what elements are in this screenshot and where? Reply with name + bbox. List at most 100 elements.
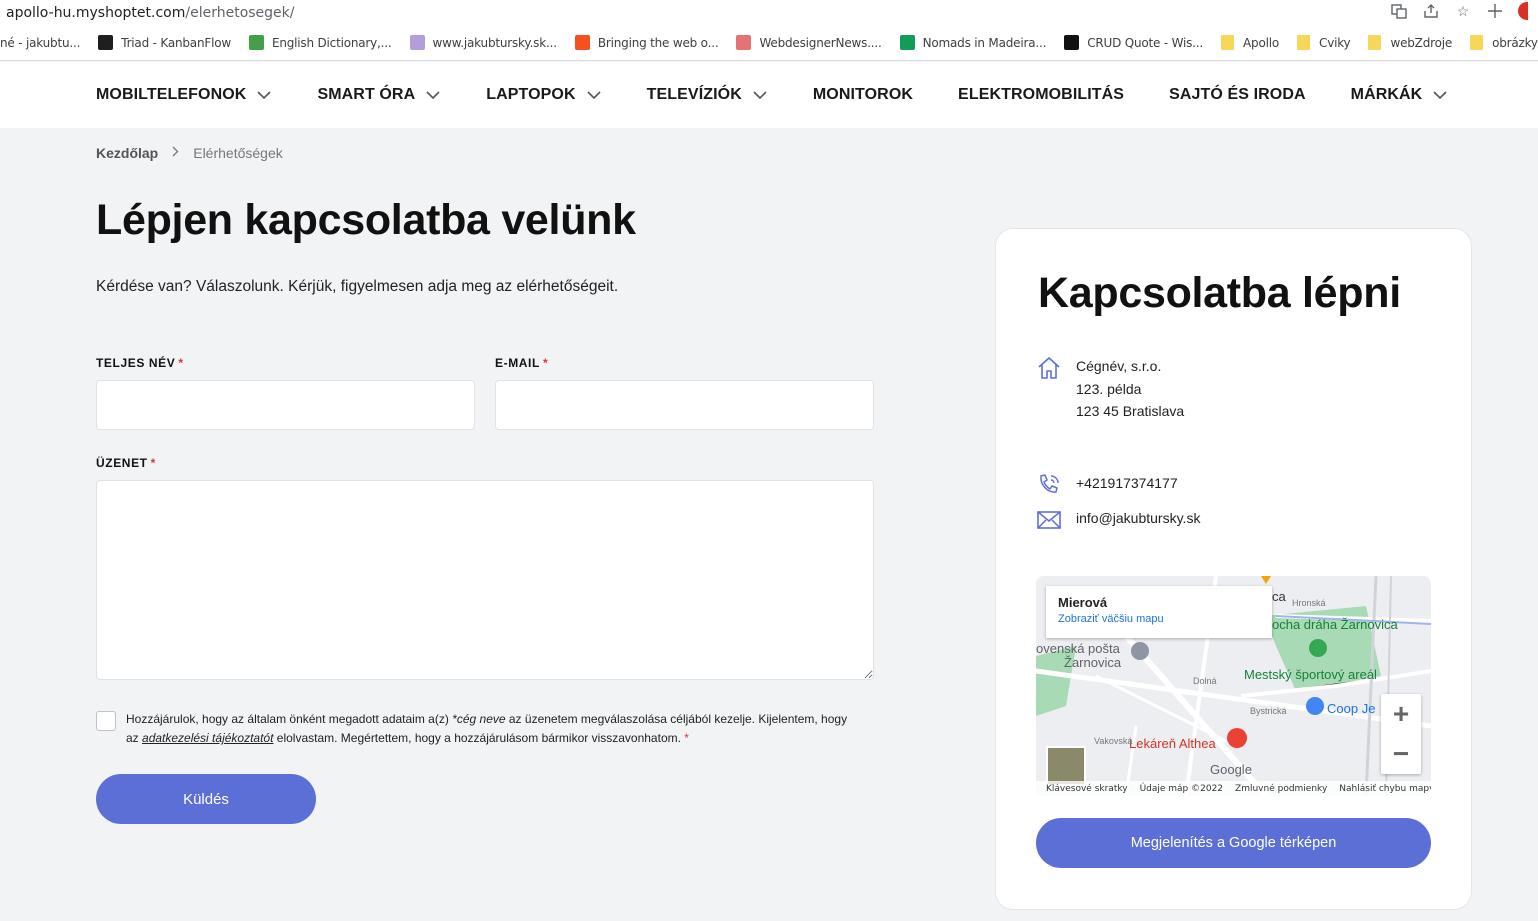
nav-item-label: SAJTÓ ÉS IRODA	[1169, 86, 1306, 103]
phone-row: +421917374177	[1036, 472, 1178, 498]
folder-icon	[1221, 35, 1235, 50]
required-mark: *	[150, 456, 156, 470]
bookmark-label: CRUD Quote - Wis...	[1087, 35, 1204, 50]
nav-item[interactable]: SAJTÓ ÉS IRODA	[1169, 86, 1306, 104]
page-title: Lépjen kapcsolatba velünk	[96, 196, 636, 244]
bookmark-item[interactable]: CRUD Quote - Wis...	[1064, 35, 1203, 50]
chevron-down-icon	[587, 91, 601, 100]
bookmark-star-icon[interactable]: ☆	[1454, 2, 1472, 20]
report-error-link[interactable]: Nahlásiť chybu mapy	[1339, 784, 1431, 794]
browser-url-bar[interactable]: apollo-hu.myshoptet.com/elerhetosegek/ ☆	[0, 0, 1538, 25]
map-footer: Klávesové skratky Údaje máp ©2022 Zmluvn…	[1036, 781, 1431, 796]
nav-item[interactable]: LAPTOPOK	[486, 86, 601, 104]
contact-card: Kapcsolatba lépni Cégnév, s.r.o. 123. pé…	[995, 228, 1472, 910]
zoom-in-icon[interactable]: +	[1381, 694, 1421, 734]
address-row: Cégnév, s.r.o. 123. példa 123 45 Bratisl…	[1036, 355, 1184, 423]
required-mark: *	[178, 356, 184, 370]
privacy-policy-link[interactable]: adatkezelési tájékoztatót	[142, 731, 273, 745]
map-info-popup: Mierová Zobraziť väčšiu mapu	[1046, 586, 1272, 638]
share-icon[interactable]	[1422, 2, 1440, 20]
address-line: Cégnév, s.r.o.	[1076, 358, 1162, 374]
bookmark-folder[interactable]: obrázky	[1470, 35, 1538, 50]
bookmark-item[interactable]: Bringing the web o...	[574, 35, 719, 50]
keyboard-shortcuts-link[interactable]: Klávesové skratky	[1046, 784, 1128, 794]
nav-item[interactable]: MÁRKÁK	[1351, 86, 1449, 104]
phone-number[interactable]: +421917374177	[1076, 472, 1178, 498]
breadcrumb-home-link[interactable]: Kezdőlap	[96, 145, 158, 161]
home-icon	[1036, 355, 1062, 381]
bookmark-item[interactable]: English Dictionary,...	[248, 35, 392, 50]
bookmark-label: né - jakubtu...	[0, 35, 81, 50]
page-subtitle: Kérdése van? Válaszolunk. Kérjük, figyel…	[96, 278, 619, 295]
folder-icon	[1297, 35, 1311, 50]
bookmark-folder-label: Cviky	[1319, 35, 1351, 50]
nav-item-label: ELEKTROMOBILITÁS	[958, 86, 1125, 103]
show-on-google-maps-button[interactable]: Megjelenítés a Google térképen	[1036, 818, 1431, 868]
profile-icon[interactable]	[1518, 2, 1528, 20]
nav-item[interactable]: MOBILTELEFONOK	[96, 86, 272, 104]
address-line: 123. példa	[1076, 380, 1142, 397]
nav-item-label: TELEVÍZIÓK	[646, 86, 742, 103]
message-label-text: ÜZENET	[96, 456, 148, 470]
folder-icon	[1368, 35, 1382, 50]
map-data-notice: Údaje máp ©2022	[1139, 783, 1224, 794]
map-place-name: Mierová	[1058, 595, 1108, 610]
chevron-down-icon	[753, 91, 767, 100]
bookmark-favicon-icon	[1064, 35, 1080, 50]
terms-link[interactable]: Zmluvné podmienky	[1235, 784, 1327, 794]
bookmark-folder[interactable]: webZdroje	[1368, 35, 1452, 50]
map-zoom-controls: + −	[1381, 694, 1421, 774]
bookmark-item[interactable]: www.jakubtursky.sk...	[409, 35, 558, 50]
translate-icon[interactable]	[1390, 2, 1408, 20]
bookmark-item[interactable]: Triad - KanbanFlow	[98, 35, 231, 50]
email-input[interactable]	[495, 380, 874, 430]
email-label-text: E-MAIL	[495, 356, 540, 370]
satellite-toggle[interactable]	[1046, 746, 1086, 786]
map-label: ca	[1272, 589, 1286, 604]
bookmark-folder-label: Apollo	[1243, 35, 1280, 50]
bookmark-item[interactable]: Nomads in Madeira...	[899, 35, 1047, 50]
nav-item-label: MOBILTELEFONOK	[96, 86, 247, 103]
bookmark-favicon-icon	[899, 35, 915, 50]
email-address[interactable]: info@jakubtursky.sk	[1076, 507, 1200, 533]
map-label: Žarnovica	[1064, 655, 1122, 670]
chevron-down-icon	[257, 91, 272, 100]
bookmark-item[interactable]: WebdesignerNews....	[736, 35, 882, 50]
url-text[interactable]: apollo-hu.myshoptet.com/elerhetosegek/	[0, 5, 295, 21]
bookmark-label: Nomads in Madeira...	[922, 35, 1047, 50]
consent-company-name: *cég neve	[452, 712, 506, 726]
move-icon[interactable]	[1486, 2, 1504, 20]
view-larger-map-link[interactable]: Zobraziť väčšiu mapu	[1058, 613, 1260, 625]
message-label: ÜZENET *	[96, 456, 156, 470]
consent-checkbox[interactable]	[96, 711, 116, 731]
bookmark-favicon-icon	[736, 35, 752, 50]
bookmark-folder[interactable]: Apollo	[1221, 35, 1279, 50]
bookmark-favicon-icon	[248, 35, 264, 50]
nav-item[interactable]: TELEVÍZIÓK	[647, 86, 768, 104]
map-label: Coop Je	[1327, 701, 1376, 716]
map-label: Mestský športový areál	[1244, 667, 1377, 682]
bookmark-label: www.jakubtursky.sk...	[432, 35, 558, 50]
breadcrumb-separator-icon	[172, 146, 179, 160]
breadcrumb-current: Elérhetőségek	[193, 145, 283, 161]
nav-item[interactable]: SMART ÓRA	[317, 86, 441, 104]
map-label: Lekáreň Althea	[1129, 736, 1216, 751]
full-name-input[interactable]	[96, 380, 475, 430]
bookmark-label: WebdesignerNews....	[759, 35, 882, 50]
bookmark-folder-label: obrázky	[1492, 35, 1538, 50]
nav-item[interactable]: ELEKTROMOBILITÁS	[958, 86, 1124, 104]
nav-item[interactable]: MONITOROK	[813, 86, 913, 104]
required-mark: *	[542, 356, 549, 370]
bookmark-favicon-icon	[574, 35, 590, 50]
email-row: info@jakubtursky.sk	[1036, 507, 1200, 533]
submit-button[interactable]: Küldés	[96, 774, 316, 824]
url-path: /elerhetosegek/	[185, 4, 295, 21]
bookmark-folder[interactable]: Cviky	[1297, 35, 1351, 50]
nav-item-label: LAPTOPOK	[486, 86, 576, 103]
bookmark-label: Triad - KanbanFlow	[121, 35, 231, 50]
zoom-out-icon[interactable]: −	[1381, 734, 1421, 774]
bookmark-label: Bringing the web o...	[597, 35, 719, 50]
message-textarea[interactable]	[96, 480, 874, 680]
bookmark-item[interactable]: né - jakubtu...	[0, 36, 80, 50]
google-map[interactable]: ovenská pošta Žarnovica ocha dráha Žarno…	[1036, 576, 1431, 796]
